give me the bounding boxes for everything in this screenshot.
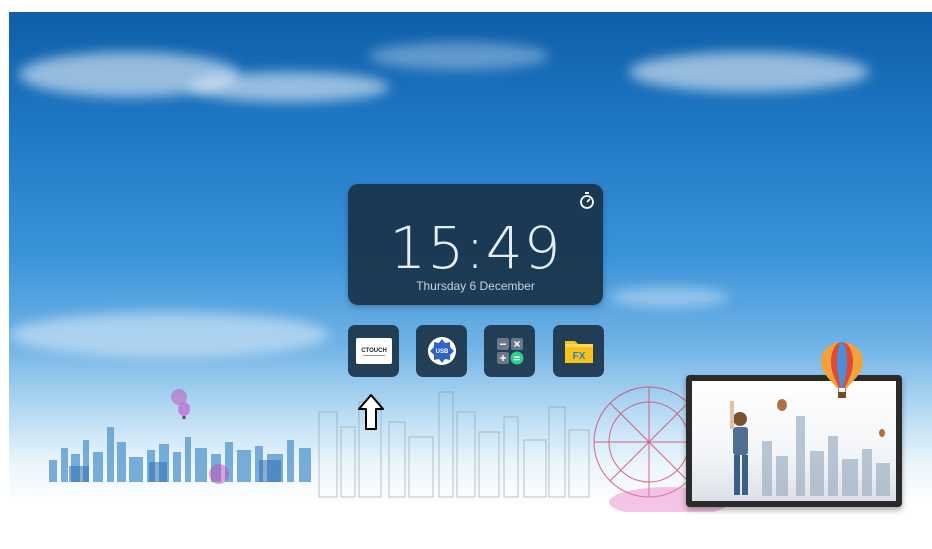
cloud [189, 72, 389, 102]
ctouch-app-tile[interactable]: CTOUCH [348, 325, 399, 377]
clock-date: Thursday 6 December [416, 279, 535, 293]
stopwatch-icon[interactable] [579, 192, 595, 210]
up-arrow-icon [358, 394, 384, 430]
display-screen [692, 381, 896, 501]
svg-text:FX: FX [572, 351, 585, 362]
cloud [609, 287, 729, 307]
cloud [9, 312, 329, 357]
file-manager-app-tile[interactable]: FX [553, 325, 604, 377]
clock-time: 15:49 [389, 214, 562, 282]
hot-air-balloon-icon [821, 342, 863, 398]
svg-text:USB: USB [435, 349, 448, 355]
clock-widget[interactable]: 15:49 Thursday 6 December [348, 184, 603, 305]
usb-badge-icon: USB [427, 337, 456, 365]
display-city-scene [730, 399, 890, 496]
small-balloon-icon [178, 402, 190, 419]
svg-text:CTOUCH: CTOUCH [361, 348, 387, 354]
calculator-icon [496, 338, 523, 365]
usb-app-tile[interactable]: USB [416, 325, 467, 377]
cloud [629, 52, 869, 92]
child-figure [730, 401, 748, 495]
home-screen: 15:49 Thursday 6 December CTOUCH USB FX [9, 12, 932, 549]
folder-icon: FX [564, 341, 593, 363]
calculator-app-tile[interactable] [484, 325, 535, 377]
interactive-display-illustration [686, 375, 902, 507]
ctouch-logo-icon: CTOUCH [355, 338, 392, 364]
cloud [369, 42, 549, 70]
